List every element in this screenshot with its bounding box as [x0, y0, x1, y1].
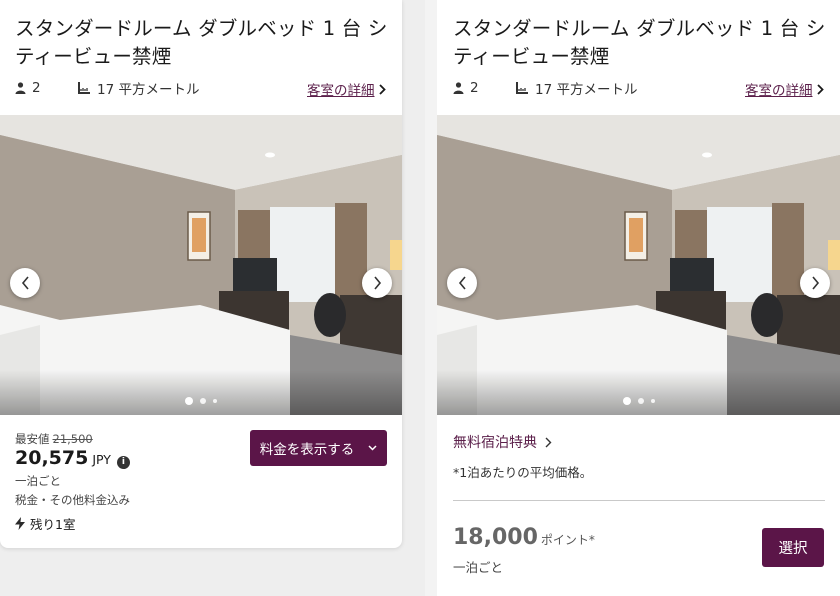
min-price-row: 最安値 21,500 [15, 431, 93, 447]
size-info: 17 平方メートル [77, 78, 199, 98]
carousel-prev-button[interactable] [10, 268, 40, 298]
guests-count: 2 [470, 80, 479, 96]
guests-count: 2 [32, 80, 41, 96]
room-meta: 2 17 平方メートル [453, 78, 637, 98]
remaining-rooms: 残り1室 [15, 514, 75, 533]
divider [453, 500, 825, 501]
room-photo [437, 115, 840, 415]
chevron-right-icon [545, 437, 552, 447]
room-details-link[interactable]: 客室の詳細 [307, 79, 386, 99]
carousel-dot[interactable] [200, 398, 206, 404]
size-info: 17 平方メートル [515, 78, 637, 98]
room-photo-carousel[interactable] [437, 115, 840, 415]
show-rates-label: 料金を表示する [259, 442, 355, 458]
carousel-prev-button[interactable] [447, 268, 477, 298]
carousel-dot-active[interactable] [185, 397, 193, 405]
free-night-link[interactable]: 無料宿泊特典 [453, 432, 552, 452]
carousel-dots [437, 397, 840, 405]
size-text: 17 平方メートル [535, 82, 638, 98]
per-night-text: 一泊ごと [453, 560, 504, 575]
chevron-down-icon [368, 445, 377, 451]
size-text: 17 平方メートル [97, 82, 200, 98]
room-photo [0, 115, 402, 415]
carousel-dot[interactable] [650, 399, 655, 403]
room-card-right-body: スタンダードルーム ダブルベッド 1 台 シティービュー禁煙 2 17 平方メー… [437, 0, 840, 596]
info-icon[interactable]: i [116, 455, 130, 469]
room-photo-carousel[interactable] [0, 115, 402, 415]
room-card-left: スタンダードルーム ダブルベッド 1 台 シティービュー禁煙 2 17 平方メー… [0, 0, 402, 548]
floor-area-icon [516, 82, 528, 94]
person-icon [453, 82, 464, 94]
per-night-text: 一泊ごと [15, 474, 61, 488]
min-price-label: 最安値 [15, 432, 50, 446]
carousel-dots [0, 397, 402, 405]
carousel-dot-active[interactable] [622, 397, 631, 405]
lightning-icon [15, 517, 25, 530]
carousel-next-button[interactable] [362, 268, 392, 298]
chevron-left-icon [21, 276, 29, 290]
original-price: 21,500 [52, 432, 93, 446]
floor-area-icon [78, 82, 90, 94]
carousel-next-button[interactable] [800, 268, 830, 298]
chevron-left-icon [458, 276, 466, 290]
remaining-text: 残り1室 [30, 517, 76, 532]
show-rates-button[interactable]: 料金を表示する [250, 430, 387, 466]
carousel-dot[interactable] [213, 399, 217, 403]
chevron-right-icon [816, 83, 824, 95]
avg-price-note: *1泊あたりの平均価格。 [453, 465, 593, 480]
select-button[interactable]: 選択 [762, 528, 824, 567]
room-title: スタンダードルーム ダブルベッド 1 台 シティービュー禁煙 [15, 17, 388, 68]
carousel-dot[interactable] [637, 398, 644, 404]
tax-note: 税金・その他料金込み [15, 493, 130, 507]
chevron-right-icon [373, 276, 381, 290]
price-currency: JPY [92, 452, 111, 467]
points-amount: 18,000 [453, 525, 538, 550]
guests-info: 2 [15, 80, 77, 96]
room-meta: 2 17 平方メートル [15, 78, 199, 98]
room-title: スタンダードルーム ダブルベッド 1 台 シティービュー禁煙 [453, 17, 826, 68]
chevron-right-icon [811, 276, 819, 290]
points-label: ポイント* [540, 533, 595, 547]
person-icon [15, 82, 26, 94]
select-button-label: 選択 [778, 541, 808, 557]
details-link-label: 客室の詳細 [307, 83, 375, 99]
guests-info: 2 [453, 80, 515, 96]
free-night-label: 無料宿泊特典 [453, 435, 537, 451]
room-details-link[interactable]: 客室の詳細 [745, 79, 824, 99]
points-row: 18,000 ポイント* [453, 525, 595, 550]
details-link-label: 客室の詳細 [745, 83, 813, 99]
price-row: 20,575 JPY i [15, 447, 130, 469]
price-amount: 20,575 [15, 447, 89, 469]
room-card-right: スタンダードルーム ダブルベッド 1 台 シティービュー禁煙 2 17 平方メー… [425, 0, 840, 596]
chevron-right-icon [378, 83, 386, 95]
